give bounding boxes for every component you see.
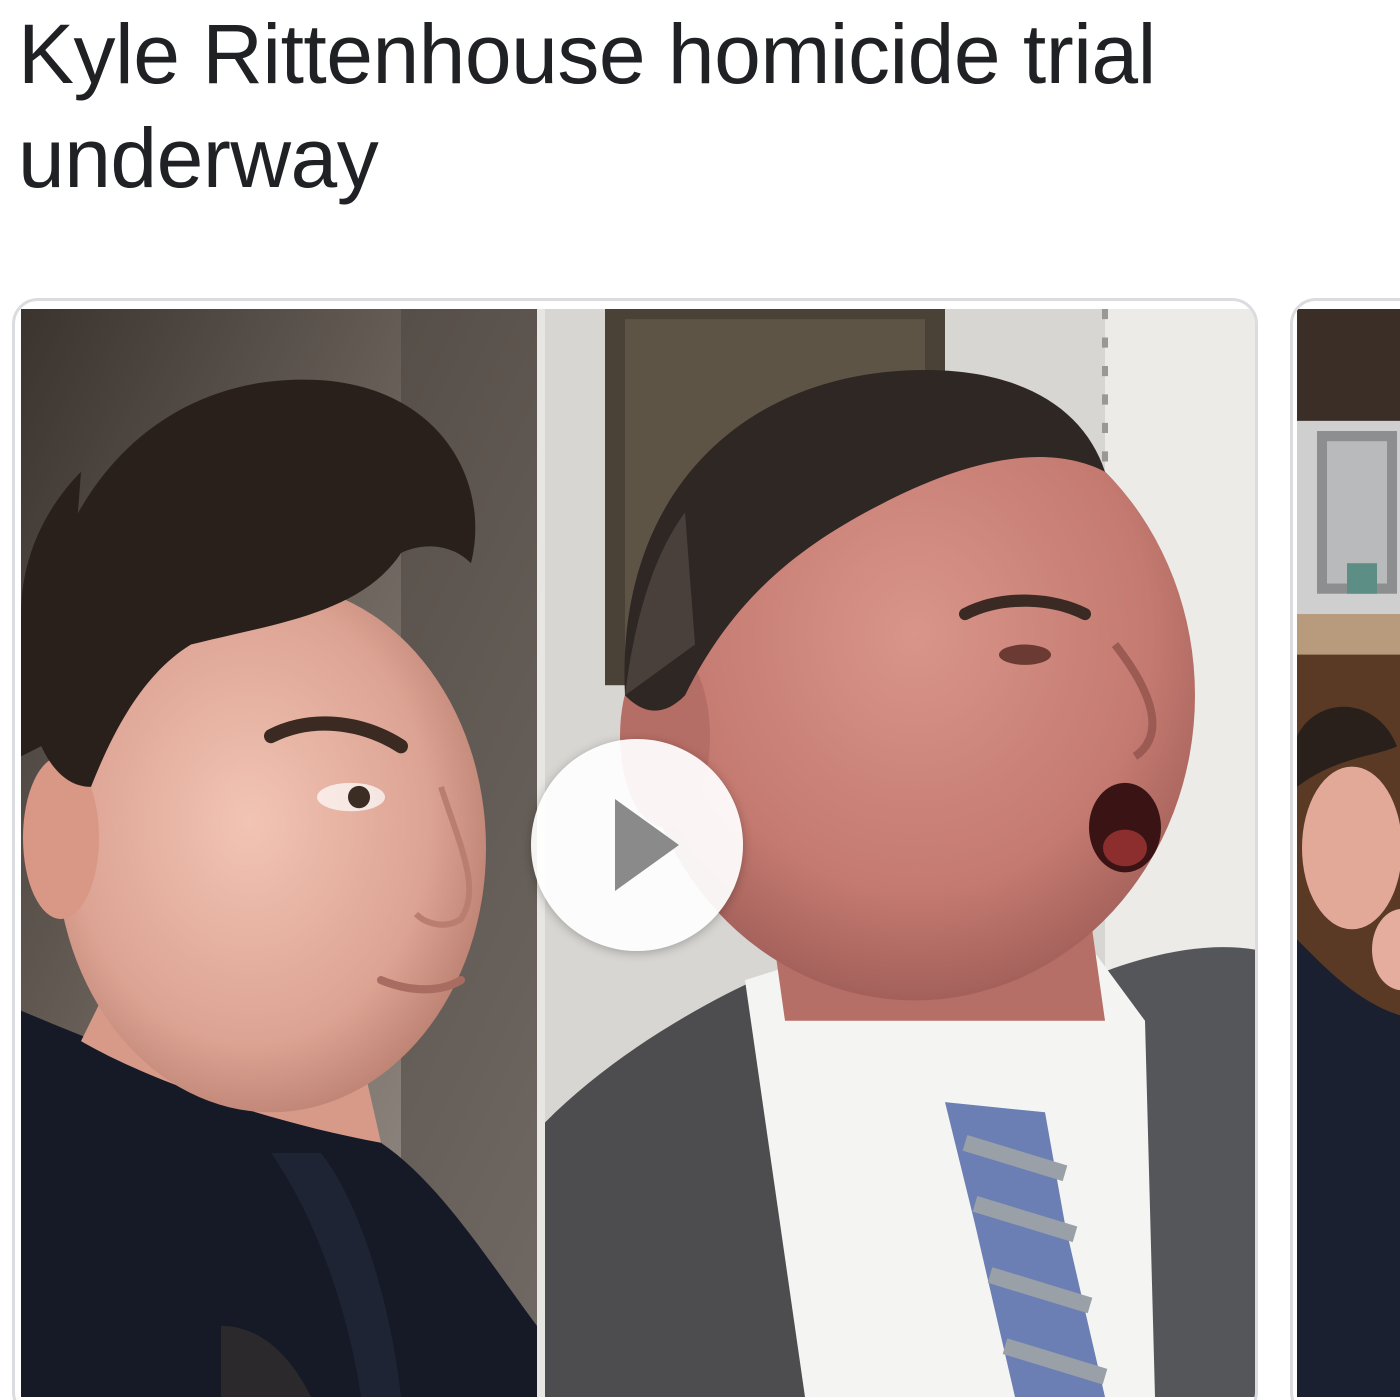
- play-icon: [615, 799, 679, 891]
- page: Kyle Rittenhouse homicide trial underway: [0, 0, 1400, 1400]
- play-button[interactable]: [531, 739, 743, 951]
- next-video-card[interactable]: [1290, 298, 1400, 1400]
- media-carousel: [0, 298, 1400, 1400]
- video-card[interactable]: [12, 298, 1258, 1400]
- thumbnail-young-man: [21, 309, 537, 1397]
- story-headline[interactable]: Kyle Rittenhouse homicide trial underway: [18, 2, 1400, 210]
- thumbnail-courtroom: [1297, 309, 1400, 1397]
